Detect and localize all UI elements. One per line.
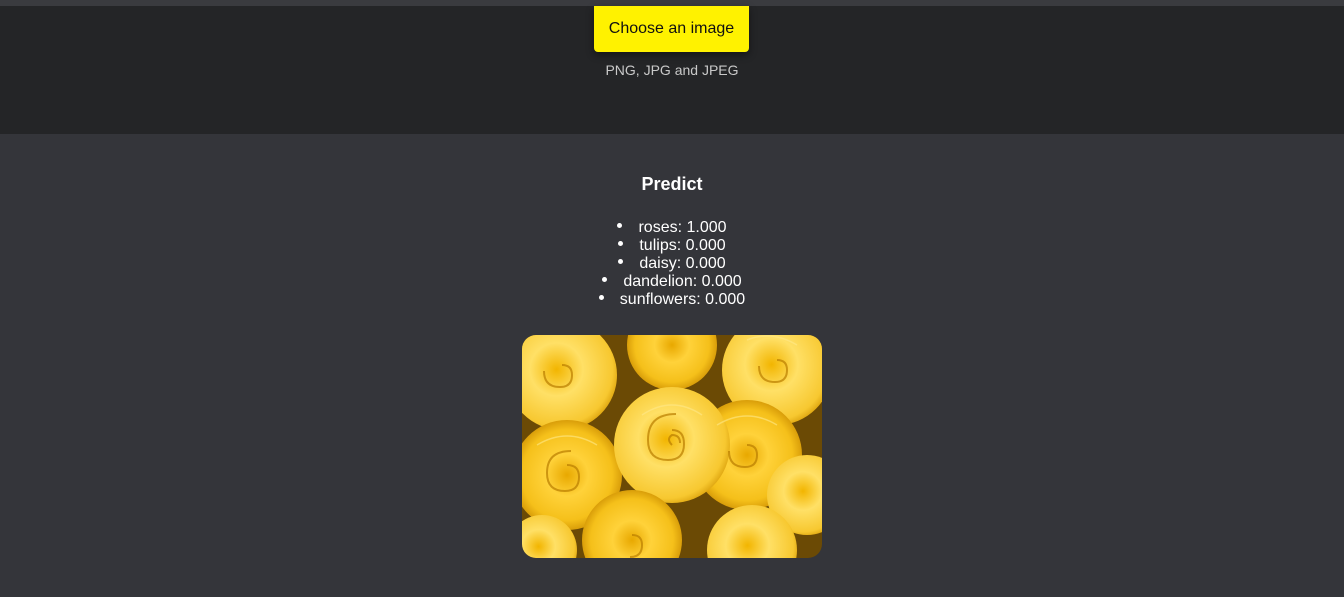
prediction-label: sunflowers: 0.000: [619, 291, 746, 308]
prediction-item-sunflowers: sunflowers: 0.000: [0, 291, 1344, 309]
choose-image-button[interactable]: Choose an image: [594, 6, 749, 52]
bullet-icon: [618, 241, 624, 247]
supported-formats-text: PNG, JPG and JPEG: [605, 62, 739, 78]
prediction-panel: Predict roses: 1.000 tulips: 0.000 daisy…: [0, 134, 1344, 597]
prediction-item-dandelion: dandelion: 0.000: [0, 273, 1344, 291]
prediction-item-daisy: daisy: 0.000: [0, 255, 1344, 273]
prediction-label: dandelion: 0.000: [623, 273, 742, 290]
bullet-icon: [617, 223, 623, 229]
uploaded-flower-image: [522, 335, 822, 558]
prediction-label: tulips: 0.000: [639, 237, 726, 254]
prediction-item-tulips: tulips: 0.000: [0, 237, 1344, 255]
bullet-icon: [598, 295, 604, 301]
prediction-label: roses: 1.000: [638, 219, 727, 236]
upload-section: Choose an image PNG, JPG and JPEG: [0, 6, 1344, 134]
predict-heading: Predict: [641, 174, 703, 194]
bullet-icon: [618, 259, 624, 265]
prediction-list: roses: 1.000 tulips: 0.000 daisy: 0.000 …: [0, 219, 1344, 309]
prediction-item-roses: roses: 1.000: [0, 219, 1344, 237]
bullet-icon: [602, 277, 608, 283]
prediction-label: daisy: 0.000: [639, 255, 726, 272]
